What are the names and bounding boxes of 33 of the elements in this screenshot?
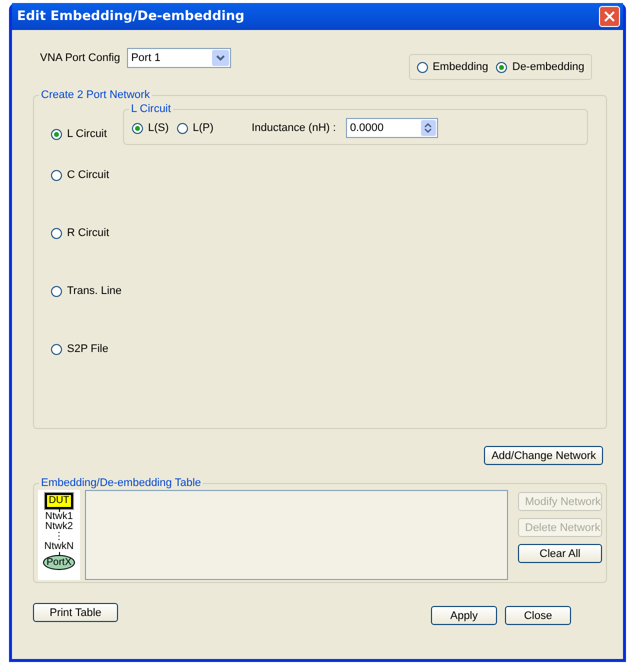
network-label: Ntwk2 — [45, 522, 73, 532]
group-title: Embedding/De-embedding Table — [40, 477, 202, 489]
network-list[interactable] — [85, 490, 508, 580]
inductor-type-radio[interactable]: L(P) — [176, 122, 214, 134]
network-label: Ntwk1 — [45, 512, 73, 522]
inductance-label: Inductance (nH) : — [252, 122, 336, 134]
circuit-radio[interactable]: R Circuit — [51, 227, 123, 239]
window-title: Edit Embedding/De-embedding — [17, 9, 244, 24]
group-title: Create 2 Port Network — [40, 89, 151, 101]
inductance-field[interactable]: 0.0000 — [346, 118, 438, 138]
dialog-button[interactable]: Close — [505, 606, 571, 625]
mode-radio[interactable]: De-embedding — [496, 61, 584, 73]
close-icon — [604, 11, 615, 22]
network-label: NtwkN — [44, 542, 74, 552]
inductor-type-radio[interactable]: L(S) — [132, 122, 169, 134]
close-button[interactable] — [599, 6, 620, 27]
spinner-arrows-icon — [424, 122, 432, 134]
dut-block: DUT — [44, 493, 74, 509]
mode-radio[interactable]: Embedding — [416, 61, 488, 73]
port-ellipse: PortX — [43, 555, 74, 570]
circuit-radio[interactable]: C Circuit — [51, 169, 123, 181]
circuit-radio[interactable]: S2P File — [51, 343, 123, 355]
table-action-button[interactable]: Clear All — [518, 544, 602, 563]
add-change-network-button[interactable]: Add/Change Network — [484, 446, 603, 465]
print-table-button[interactable]: Print Table — [33, 603, 118, 622]
chevron-down-icon — [216, 55, 226, 61]
dialog-button[interactable]: Apply — [431, 606, 497, 625]
network-label: ⋮ — [54, 532, 64, 542]
port-config-label: VNA Port Config — [40, 52, 120, 64]
circuit-radio[interactable]: L Circuit — [51, 128, 123, 140]
group-title: L Circuit — [130, 103, 172, 115]
circuit-radio[interactable]: Trans. Line — [51, 285, 123, 297]
port-config-dropdown[interactable]: Port 1 — [127, 48, 232, 68]
